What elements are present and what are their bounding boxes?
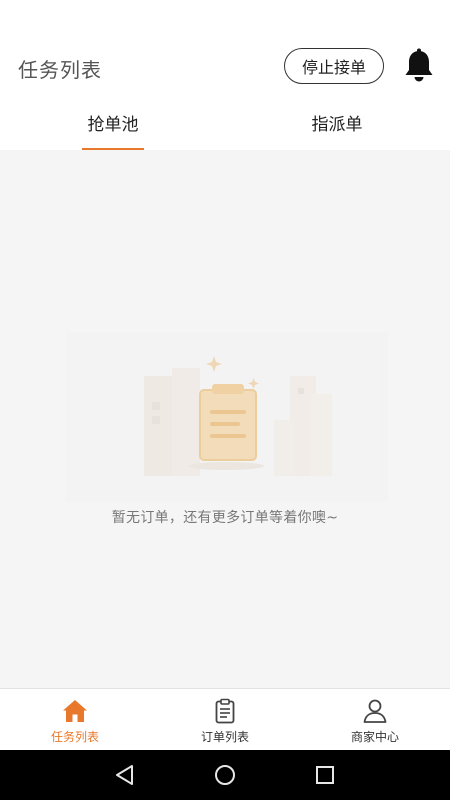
- nav-label: 订单列表: [200, 730, 249, 744]
- order-list-area: 暂无订单，还有更多订单等着你噢~: [0, 150, 450, 688]
- tab-bar: 抢单池 指派单: [0, 106, 450, 150]
- clipboard-illustration: [66, 332, 388, 502]
- stop-accepting-orders-button[interactable]: 停止接单: [284, 48, 384, 84]
- nav-label: 商家中心: [350, 730, 399, 744]
- empty-state-message: 暂无订单，还有更多订单等着你噢~: [111, 510, 339, 526]
- bell-icon[interactable]: [402, 48, 436, 84]
- home-circle-icon[interactable]: [213, 763, 237, 787]
- tab-label: 抢单池: [87, 115, 139, 135]
- page-title: 任务列表: [18, 58, 102, 82]
- nav-merchant-center[interactable]: 商家中心: [300, 689, 450, 751]
- bottom-navigation: 任务列表 订单列表 商家中心: [0, 688, 450, 750]
- tab-grab-pool[interactable]: 抢单池: [38, 106, 188, 150]
- nav-order-list[interactable]: 订单列表: [150, 689, 300, 751]
- tab-assigned[interactable]: 指派单: [262, 106, 412, 150]
- home-icon: [61, 697, 89, 725]
- header: 任务列表 停止接单: [0, 28, 450, 106]
- recent-square-icon[interactable]: [313, 763, 337, 787]
- clipboard-icon: [211, 697, 239, 725]
- nav-task-list[interactable]: 任务列表: [0, 689, 150, 751]
- user-icon: [361, 697, 389, 725]
- tab-label: 指派单: [311, 115, 363, 135]
- nav-label: 任务列表: [50, 730, 99, 744]
- system-navigation-bar: [0, 750, 450, 800]
- back-triangle-icon[interactable]: [113, 763, 137, 787]
- status-bar: [0, 0, 450, 28]
